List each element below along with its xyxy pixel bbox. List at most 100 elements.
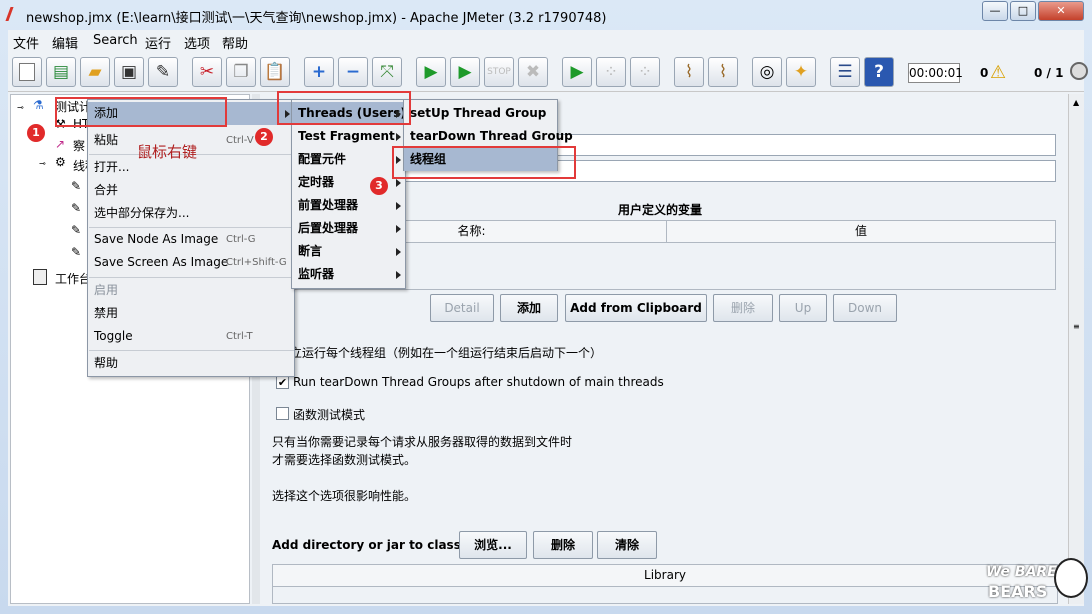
detail-button[interactable]: Detail (430, 294, 494, 322)
menu-item-save-node-image[interactable]: Save Node As Image Ctrl-G (88, 228, 294, 251)
paste-icon[interactable]: 📋 (260, 57, 290, 87)
menu-item-merge[interactable]: 合并 (88, 179, 294, 202)
teardown-checkbox-label[interactable]: Run tearDown Thread Groups after shutdow… (293, 375, 664, 389)
remote-start-icon[interactable]: ▶ (562, 57, 592, 87)
browse-button[interactable]: 浏览... (459, 531, 527, 559)
menu-options[interactable]: 选项 (184, 33, 210, 52)
flask-icon: ⚗ (33, 98, 44, 112)
highlight-thread-group (392, 146, 576, 179)
highlight-add (55, 97, 227, 127)
submenu-item-preprocessor[interactable]: 前置处理器 (292, 194, 405, 217)
step-badge-3: 3 (370, 177, 388, 195)
toggle-icon[interactable]: ⤧ (372, 57, 402, 87)
right-click-note: 鼠标右键 (137, 143, 198, 161)
menu-item-save-selection[interactable]: 选中部分保存为... (88, 202, 294, 225)
col-header-value[interactable]: 值 (667, 221, 1055, 243)
down-button[interactable]: Down (833, 294, 897, 322)
collapse-icon[interactable]: − (338, 57, 368, 87)
logo-text-2: BEARS (988, 582, 1048, 601)
functional-note-2: 才需要选择函数测试模式。 (272, 453, 417, 467)
start-no-pause-icon[interactable]: ▶ (450, 57, 480, 87)
classpath-clear-button[interactable]: 清除 (597, 531, 657, 559)
menu-item-toggle[interactable]: Toggle Ctrl-T (88, 325, 294, 348)
scroll-grip-icon[interactable]: ≡ (1073, 322, 1080, 331)
warning-icon[interactable]: ⚠ (990, 62, 1006, 83)
delete-button[interactable]: 删除 (713, 294, 773, 322)
clear-all-icon[interactable]: ⌇ (708, 57, 738, 87)
add-button[interactable]: 添加 (500, 294, 558, 322)
up-button[interactable]: Up (779, 294, 827, 322)
menu-separator (89, 277, 294, 278)
search-icon[interactable]: ◎ (752, 57, 782, 87)
menu-item-disable[interactable]: 禁用 (88, 302, 294, 325)
save-screen-shortcut: Ctrl+Shift-G (226, 257, 287, 268)
threads-item-teardown[interactable]: tearDown Thread Group (404, 125, 573, 148)
teardown-checkbox[interactable]: ✔ (276, 376, 289, 389)
submenu-item-postprocessor[interactable]: 后置处理器 (292, 217, 405, 240)
submenu-item-listener[interactable]: 监听器 (292, 263, 405, 286)
shutdown-icon[interactable]: ✖ (518, 57, 548, 87)
save-icon[interactable]: ▣ (114, 57, 144, 87)
window-title: newshop.jmx (E:\learn\接口测试\一\天气查询\newsho… (26, 11, 607, 26)
menu-help[interactable]: 帮助 (222, 33, 248, 52)
menu-item-enable[interactable]: 启用 (88, 279, 294, 302)
stop-icon[interactable]: STOP (484, 57, 514, 87)
add-from-clipboard-button[interactable]: Add from Clipboard (565, 294, 707, 322)
paste-shortcut: Ctrl-V (226, 135, 254, 146)
menu-item-save-screen-image[interactable]: Save Screen As Image Ctrl+Shift-G (88, 251, 294, 274)
minimize-button[interactable]: — (982, 1, 1008, 21)
sampler-pen-icon: ✎ (71, 201, 82, 215)
submenu-item-test-fragment[interactable]: Test Fragment (292, 125, 405, 148)
submenu-item-assertion[interactable]: 断言 (292, 240, 405, 263)
help-icon[interactable]: ? (864, 57, 894, 87)
reset-search-icon[interactable]: ✦ (786, 57, 816, 87)
panda-icon (1054, 558, 1088, 598)
library-header-label: Library (644, 568, 686, 582)
start-icon[interactable]: ▶ (416, 57, 446, 87)
classpath-delete-button[interactable]: 删除 (533, 531, 593, 559)
thread-group-gear-icon: ⚙ (55, 155, 66, 169)
library-table[interactable]: Library (272, 564, 1058, 604)
submenu-arrow-icon (396, 202, 401, 210)
tree-node-workbench[interactable]: 工作台 (55, 270, 91, 287)
close-button[interactable]: ✕ (1038, 1, 1084, 21)
menu-file[interactable]: 文件 (13, 33, 39, 52)
new-icon[interactable] (12, 57, 42, 87)
tree-handle-icon[interactable]: ⊸ (17, 103, 24, 112)
menu-search[interactable]: Search (93, 33, 138, 48)
clear-icon[interactable]: ⌇ (674, 57, 704, 87)
submenu-item-config[interactable]: 配置元件 (292, 148, 405, 171)
highlight-threads (277, 91, 411, 125)
copy-icon[interactable]: ❐ (226, 57, 256, 87)
tree-node-listener[interactable]: 察 (73, 137, 85, 154)
expand-icon[interactable]: + (304, 57, 334, 87)
menu-bar: 文件 编辑 Search 运行 选项 帮助 (8, 30, 1084, 52)
scroll-up-icon[interactable]: ▲ (1073, 98, 1079, 107)
remote-stop-icon[interactable]: ⁘ (596, 57, 626, 87)
menu-run[interactable]: 运行 (145, 33, 171, 52)
cut-icon[interactable]: ✂ (192, 57, 222, 87)
remote-shutdown-icon[interactable]: ⁘ (630, 57, 660, 87)
listener-icon: ↗ (55, 137, 66, 151)
library-header[interactable]: Library (273, 565, 1057, 587)
workbench-icon (33, 269, 47, 285)
menu-edit[interactable]: 编辑 (52, 33, 78, 52)
save-as-icon[interactable]: ✎ (148, 57, 178, 87)
threads-item-setup[interactable]: setUp Thread Group (404, 102, 557, 125)
menu-item-help[interactable]: 帮助 (88, 352, 294, 375)
submenu-arrow-icon (396, 271, 401, 279)
remote-engine-icon[interactable] (1070, 62, 1088, 80)
submenu-item-timer[interactable]: 定时器 (292, 171, 405, 194)
function-helper-icon[interactable]: ☰ (830, 57, 860, 87)
open-icon[interactable]: ▰ (80, 57, 110, 87)
logo-text-1: We BARE (986, 564, 1057, 580)
serial-checkbox-label[interactable]: 独立运行每个线程组（例如在一个组运行结束后启动下一个） (278, 344, 602, 361)
functional-mode-checkbox[interactable] (276, 407, 289, 420)
vertical-scrollbar[interactable]: ▲ ≡ ▼ (1068, 94, 1084, 604)
sampler-pen-icon: ✎ (71, 245, 82, 259)
tree-handle-icon[interactable]: ⊸ (39, 159, 46, 168)
templates-icon[interactable]: ▤ (46, 57, 76, 87)
maximize-button[interactable]: □ (1010, 1, 1036, 21)
functional-mode-label[interactable]: 函数测试模式 (293, 406, 365, 423)
we-bare-bears-logo: We BARE BEARS (984, 556, 1092, 614)
